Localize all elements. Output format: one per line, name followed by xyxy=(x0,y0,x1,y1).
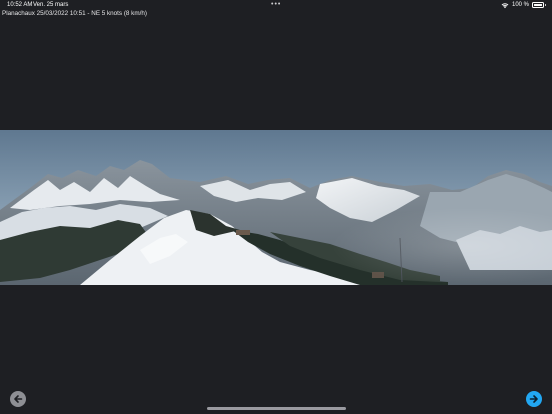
home-indicator[interactable] xyxy=(207,407,346,410)
arrow-left-icon xyxy=(14,395,23,403)
battery-level xyxy=(534,4,542,6)
battery-icon xyxy=(532,2,546,8)
battery-percentage: 100 % xyxy=(511,2,529,8)
status-time: 10:52 AM xyxy=(7,2,33,8)
wifi-icon xyxy=(501,2,509,8)
webcam-caption: Planachaux 25/03/2022 10:51 - NE 5 knots… xyxy=(2,10,147,17)
back-button[interactable] xyxy=(10,391,26,407)
forward-button[interactable] xyxy=(526,391,542,407)
multitasking-dots[interactable]: ••• xyxy=(271,0,281,10)
status-bar: 10:52 AM Ven. 25 mars ••• 100 % xyxy=(0,0,552,10)
status-date: Ven. 25 mars xyxy=(33,2,69,8)
arrow-right-icon xyxy=(529,395,538,403)
webcam-panorama-image[interactable] xyxy=(0,130,552,285)
status-indicators: 100 % xyxy=(501,0,546,10)
